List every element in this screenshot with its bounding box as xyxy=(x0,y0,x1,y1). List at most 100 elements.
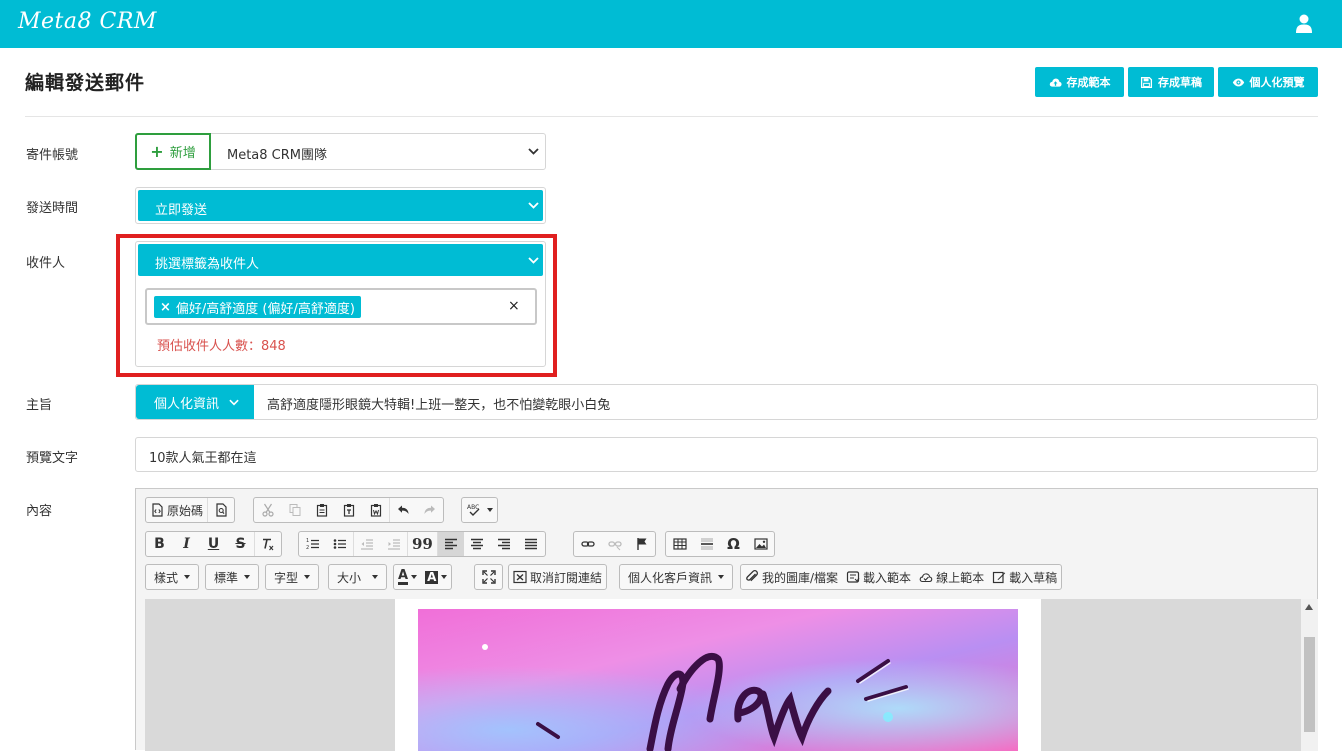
subject-personalize-button[interactable]: 個人化資訊 xyxy=(136,385,254,419)
italic-button[interactable]: I xyxy=(173,532,200,556)
new-banner-artwork xyxy=(418,609,1018,751)
maximize-icon xyxy=(481,570,496,584)
strikethrough-button[interactable]: S xyxy=(227,532,254,556)
numbered-list-button[interactable]: 12 xyxy=(299,532,326,556)
align-center-button[interactable] xyxy=(464,532,491,556)
editor-canvas[interactable] xyxy=(145,599,1301,751)
toolbar-group-clipboard xyxy=(253,497,444,523)
my-gallery-button[interactable]: 我的圖庫/檔案 xyxy=(741,565,842,589)
source-label: 原始碼 xyxy=(167,503,204,518)
paperclip-icon xyxy=(746,570,758,582)
unsubscribe-icon xyxy=(513,570,527,584)
load-draft-button[interactable]: 載入草稿 xyxy=(988,565,1061,589)
format-dropdown[interactable]: 標準 xyxy=(205,564,260,590)
plus-icon: + xyxy=(150,141,164,161)
undo-button[interactable] xyxy=(389,498,416,522)
maximize-button[interactable] xyxy=(475,565,502,589)
toolbar-group-paragraph: 12 99 xyxy=(298,531,546,557)
preview-icon xyxy=(216,503,227,517)
preview-text-input[interactable] xyxy=(135,437,1318,472)
unlink-icon xyxy=(607,541,622,551)
highlight-annotation xyxy=(116,234,557,377)
styles-dropdown[interactable]: 樣式 xyxy=(145,564,200,590)
align-left-button[interactable] xyxy=(436,532,464,556)
link-button[interactable] xyxy=(574,532,601,556)
source-button[interactable]: 原始碼 xyxy=(146,498,207,522)
align-right-button[interactable] xyxy=(491,532,518,556)
cut-button[interactable] xyxy=(254,498,281,522)
image-icon xyxy=(753,538,768,550)
paste-button[interactable] xyxy=(308,498,335,522)
subject-personalize-label: 個人化資訊 xyxy=(154,396,220,412)
toolbar-group-library: 我的圖庫/檔案 載入範本 線上範本 載入草稿 xyxy=(740,564,1063,590)
table-button[interactable] xyxy=(666,532,693,556)
special-char-button[interactable]: Ω xyxy=(720,532,747,556)
outdent-button[interactable] xyxy=(353,532,380,556)
paste-text-button[interactable] xyxy=(335,498,362,522)
bulleted-list-button[interactable] xyxy=(326,532,353,556)
indent-button[interactable] xyxy=(380,532,407,556)
unlink-button[interactable] xyxy=(601,532,628,556)
app-logo[interactable]: Meta8 CRM xyxy=(18,9,157,34)
cloud-upload-icon xyxy=(1049,78,1062,87)
scroll-up-icon[interactable] xyxy=(1305,604,1313,610)
clipboard-icon xyxy=(316,504,327,517)
email-body-page[interactable] xyxy=(395,599,1041,751)
top-navbar: Meta8 CRM xyxy=(0,0,1342,48)
remove-format-button[interactable] xyxy=(254,532,281,556)
online-template-button[interactable]: 線上範本 xyxy=(915,565,988,589)
flag-icon xyxy=(636,538,646,550)
edit-icon xyxy=(992,571,1006,584)
load-template-label: 載入範本 xyxy=(863,570,912,585)
page-title: 編輯發送郵件 xyxy=(25,72,146,94)
font-dropdown[interactable]: 字型 xyxy=(265,564,320,590)
load-draft-label: 載入草稿 xyxy=(1009,570,1058,585)
image-button[interactable] xyxy=(747,532,774,556)
paste-word-button[interactable] xyxy=(362,498,389,522)
save-draft-label: 存成草稿 xyxy=(1158,77,1202,89)
outdent-icon xyxy=(361,539,373,550)
preview-button[interactable] xyxy=(207,498,234,522)
blockquote-button[interactable]: 99 xyxy=(407,532,437,556)
text-color-button[interactable]: A xyxy=(394,565,421,589)
size-dropdown[interactable]: 大小 xyxy=(328,564,387,590)
paste-text-icon xyxy=(343,504,354,517)
spellcheck-button[interactable]: ABC xyxy=(462,498,497,522)
svg-text:2: 2 xyxy=(306,545,309,551)
styles-dropdown-label: 樣式 xyxy=(154,570,179,585)
underline-button[interactable]: U xyxy=(200,532,227,556)
banner-image[interactable] xyxy=(418,609,1018,751)
caret-down-icon xyxy=(441,575,448,579)
redo-button[interactable] xyxy=(416,498,443,522)
sender-label: 寄件帳號 xyxy=(26,148,79,163)
chevron-down-icon xyxy=(528,202,539,209)
load-template-button[interactable]: 載入範本 xyxy=(842,565,915,589)
indent-icon xyxy=(387,539,400,550)
save-draft-button[interactable]: 存成草稿 xyxy=(1128,67,1214,97)
header-divider xyxy=(25,116,1318,117)
size-dropdown-label: 大小 xyxy=(337,570,362,585)
anchor-button[interactable] xyxy=(628,532,655,556)
justify-button[interactable] xyxy=(518,532,545,556)
unsubscribe-link-button[interactable]: 取消訂閱連結 xyxy=(509,565,606,589)
scrollbar-thumb[interactable] xyxy=(1304,637,1315,732)
bold-button[interactable]: B xyxy=(146,532,173,556)
background-color-button[interactable]: A xyxy=(421,565,451,589)
editor-scrollbar[interactable] xyxy=(1301,599,1318,751)
save-template-button[interactable]: 存成範本 xyxy=(1035,67,1124,97)
caret-down-icon xyxy=(244,575,251,579)
toolbar-group-insert: Ω xyxy=(665,531,775,557)
personal-customer-info-dropdown[interactable]: 個人化客戶資訊 xyxy=(619,564,734,590)
send-time-select[interactable]: 立即發送 xyxy=(138,190,543,221)
copy-button[interactable] xyxy=(281,498,308,522)
toolbar-group-source: 原始碼 xyxy=(145,497,236,523)
preview-text-label: 預覽文字 xyxy=(26,451,79,466)
horizontal-line-button[interactable] xyxy=(693,532,720,556)
personalized-preview-button[interactable]: 個人化預覽 xyxy=(1218,67,1318,97)
personal-customer-info-label: 個人化客戶資訊 xyxy=(628,570,713,585)
sender-value: Meta8 CRM團隊 xyxy=(227,148,328,163)
add-sender-button[interactable]: + 新增 xyxy=(135,133,211,170)
paste-word-icon xyxy=(370,504,381,517)
user-icon[interactable] xyxy=(1296,14,1312,34)
redo-icon xyxy=(424,505,435,514)
